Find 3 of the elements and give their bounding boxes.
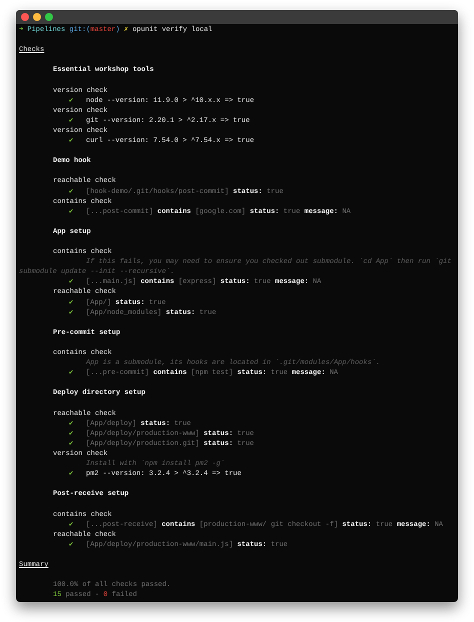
window-control[interactable] <box>45 13 53 21</box>
window-control[interactable] <box>33 13 41 21</box>
window-control[interactable] <box>21 13 29 21</box>
